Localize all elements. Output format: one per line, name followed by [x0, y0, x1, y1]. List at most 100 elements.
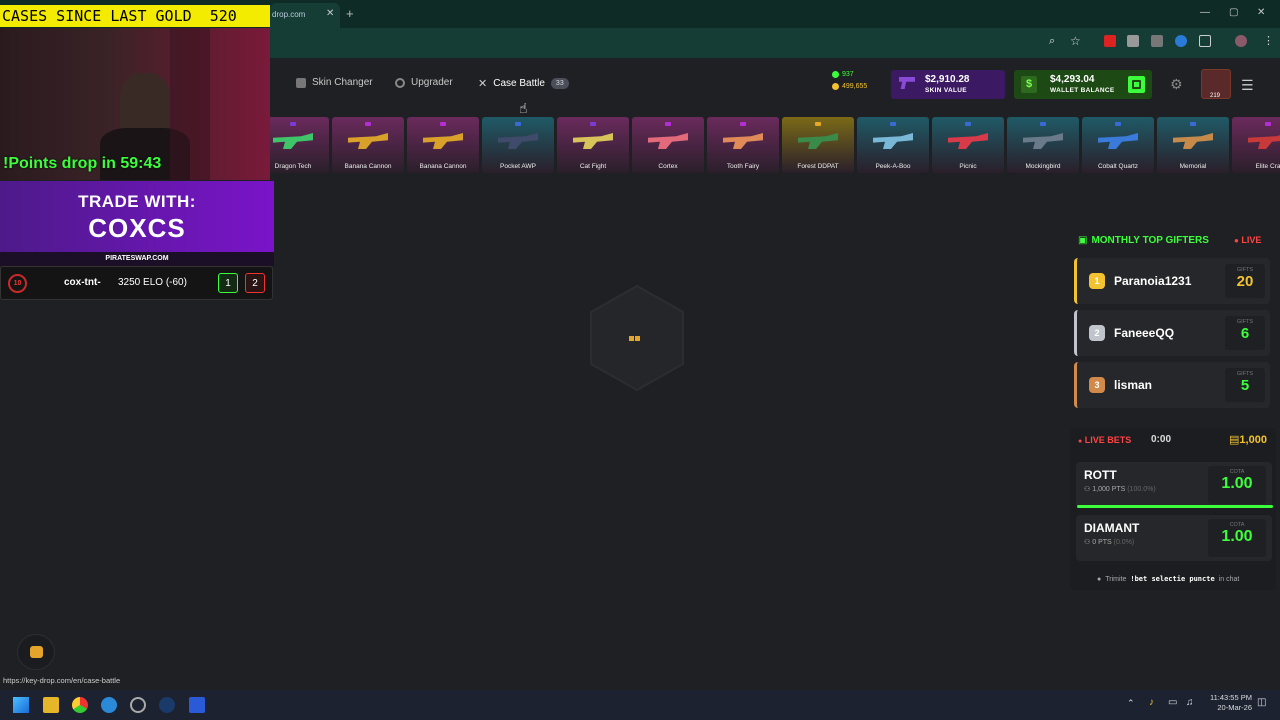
- weapon-icon: [498, 133, 538, 149]
- rank-badge: 2: [1089, 325, 1105, 341]
- people-icon: ⚇: [1084, 539, 1091, 546]
- bet-points: 0 PTS: [1092, 539, 1112, 546]
- skin-drop-card[interactable]: Elite Cra: [1232, 117, 1280, 173]
- skin-value-button[interactable]: $2,910.28 SKIN VALUE: [891, 70, 1005, 99]
- taskbar-clock[interactable]: 11:43:55 PM 20-Mar-26: [1200, 693, 1252, 713]
- bet-percent: (100.0%): [1127, 486, 1156, 493]
- score-wins: 1: [218, 273, 238, 293]
- skin-drop-card[interactable]: Mockingbird: [1007, 117, 1079, 173]
- skin-name: Banana Cannon: [419, 163, 467, 170]
- minimize-icon[interactable]: —: [1200, 7, 1210, 18]
- live-badge: ● LIVE: [1234, 235, 1261, 245]
- windows-start-icon[interactable]: [13, 697, 29, 713]
- skin-name: Forest DDPAT: [797, 163, 839, 170]
- user-avatar[interactable]: 219: [1201, 69, 1231, 99]
- extensions-puzzle-icon[interactable]: [1199, 35, 1211, 47]
- browser-menu-icon[interactable]: ⋮: [1263, 34, 1274, 47]
- rarity-icon: [515, 122, 521, 126]
- live-bets-title: ● LIVE BETS: [1078, 435, 1131, 445]
- bet-option-row[interactable]: DIAMANT ⚇ 0 PTS (0.0%) COTA 1.00: [1076, 515, 1272, 561]
- nav-case-battle[interactable]: ✕ Case Battle 33: [478, 77, 569, 90]
- skin-drop-card[interactable]: Peek-A-Boo: [857, 117, 929, 173]
- extension-icon[interactable]: [1104, 35, 1116, 47]
- rarity-icon: [890, 122, 896, 126]
- browser-tab[interactable]: drop.com ✕: [270, 3, 340, 28]
- tray-chevron-icon[interactable]: ⌃: [1127, 698, 1135, 709]
- rarity-icon: [290, 122, 296, 126]
- case-battle-count-badge: 33: [550, 78, 569, 89]
- skin-name: Memorial: [1179, 163, 1207, 170]
- weapon-icon: [273, 133, 313, 149]
- settings-gear-icon[interactable]: ⚙: [1170, 76, 1183, 93]
- footer-suffix: in chat: [1218, 575, 1240, 583]
- cota-value: 1.00: [1221, 475, 1253, 492]
- mic-icon[interactable]: ♪: [1149, 697, 1154, 708]
- close-window-icon[interactable]: ✕: [1257, 7, 1265, 18]
- gifter-name: lisman: [1114, 378, 1153, 392]
- rarity-icon: [440, 122, 446, 126]
- nav-upgrader[interactable]: Upgrader: [395, 77, 453, 88]
- skin-drop-card[interactable]: Banana Cannon: [332, 117, 404, 173]
- gifter-name: Paranoia1231: [1114, 274, 1192, 288]
- skin-drop-card[interactable]: Cortex: [632, 117, 704, 173]
- bet-option-name: DIAMANT: [1084, 521, 1140, 535]
- rarity-icon: [740, 122, 746, 126]
- weapon-icon: [423, 133, 463, 149]
- skin-drop-card[interactable]: Cat Fight: [557, 117, 629, 173]
- steam-icon[interactable]: [159, 697, 175, 713]
- maximize-icon[interactable]: ▢: [1229, 7, 1238, 18]
- bet-progress-bar: [1077, 505, 1273, 508]
- weapon-icon: [948, 133, 988, 149]
- skin-drop-card[interactable]: Cobalt Quartz: [1082, 117, 1154, 173]
- status-url: https://key-drop.com/en/case-battle: [0, 675, 124, 686]
- skin-drop-card[interactable]: Forest DDPAT: [782, 117, 854, 173]
- bet-points: 1,000 PTS: [1092, 486, 1126, 493]
- obs-icon[interactable]: [130, 697, 146, 713]
- gifter-name: FaneeeQQ: [1114, 326, 1175, 340]
- skin-value-label: SKIN VALUE: [925, 87, 967, 94]
- zoom-icon[interactable]: ⌕: [1049, 35, 1055, 48]
- faceit-elo: 3250 ELO (-60): [118, 277, 187, 288]
- notifications-icon[interactable]: ◫: [1257, 697, 1266, 708]
- chat-button[interactable]: [17, 634, 55, 670]
- new-tab-button[interactable]: +: [346, 6, 354, 21]
- file-explorer-icon[interactable]: [43, 697, 59, 713]
- rarity-icon: [1265, 122, 1271, 126]
- chat-bubble-icon: [30, 646, 43, 658]
- wallet-balance: $4,293.04: [1050, 74, 1095, 85]
- skin-drop-card[interactable]: Tooth Fairy: [707, 117, 779, 173]
- hamburger-menu-icon[interactable]: ☰: [1241, 77, 1254, 94]
- app-icon[interactable]: [189, 697, 205, 713]
- balance-stack: 937 499,655: [832, 71, 867, 90]
- nav-skin-changer[interactable]: Skin Changer: [296, 77, 373, 88]
- skin-drop-card[interactable]: Picnic: [932, 117, 1004, 173]
- close-tab-icon[interactable]: ✕: [326, 8, 334, 19]
- gifters-title-text: MONTHLY TOP GIFTERS: [1091, 235, 1209, 246]
- volume-icon[interactable]: ♫: [1186, 697, 1194, 708]
- extension-icon[interactable]: [1151, 35, 1163, 47]
- sponsor-label: PIRATESWAP.COM: [0, 252, 274, 266]
- gifts-count: 5: [1240, 377, 1250, 394]
- skin-drop-card[interactable]: Banana Cannon: [407, 117, 479, 173]
- skin-drop-card[interactable]: Pocket AWP: [482, 117, 554, 173]
- live-dot-icon: ●: [1234, 236, 1239, 245]
- chrome-icon[interactable]: [72, 697, 88, 713]
- profile-avatar[interactable]: [1235, 35, 1247, 47]
- deposit-icon[interactable]: [1128, 76, 1145, 93]
- bet-option-row[interactable]: ROTT ⚇ 1,000 PTS (100.0%) COTA 1.00: [1076, 462, 1272, 508]
- extension-icon[interactable]: [1175, 35, 1187, 47]
- live-bets-title-text: LIVE BETS: [1084, 435, 1132, 445]
- skin-drop-card[interactable]: Memorial: [1157, 117, 1229, 173]
- bet-option-stats: ⚇ 0 PTS (0.0%): [1084, 538, 1134, 546]
- wallet-label: WALLET BALANCE: [1050, 87, 1115, 94]
- wallet-balance-button[interactable]: $ $4,293.04 WALLET BALANCE: [1014, 70, 1152, 99]
- gifts-count: 20: [1236, 273, 1254, 290]
- skin-name: Picnic: [959, 163, 977, 170]
- footer-prefix: Trimite: [1105, 575, 1127, 583]
- app-icon[interactable]: [101, 697, 117, 713]
- extension-icon[interactable]: [1127, 35, 1139, 47]
- display-icon[interactable]: ▭: [1168, 697, 1177, 708]
- skin-name: Cortex: [658, 163, 678, 170]
- bookmark-star-icon[interactable]: ☆: [1070, 34, 1081, 48]
- score-losses: 2: [245, 273, 265, 293]
